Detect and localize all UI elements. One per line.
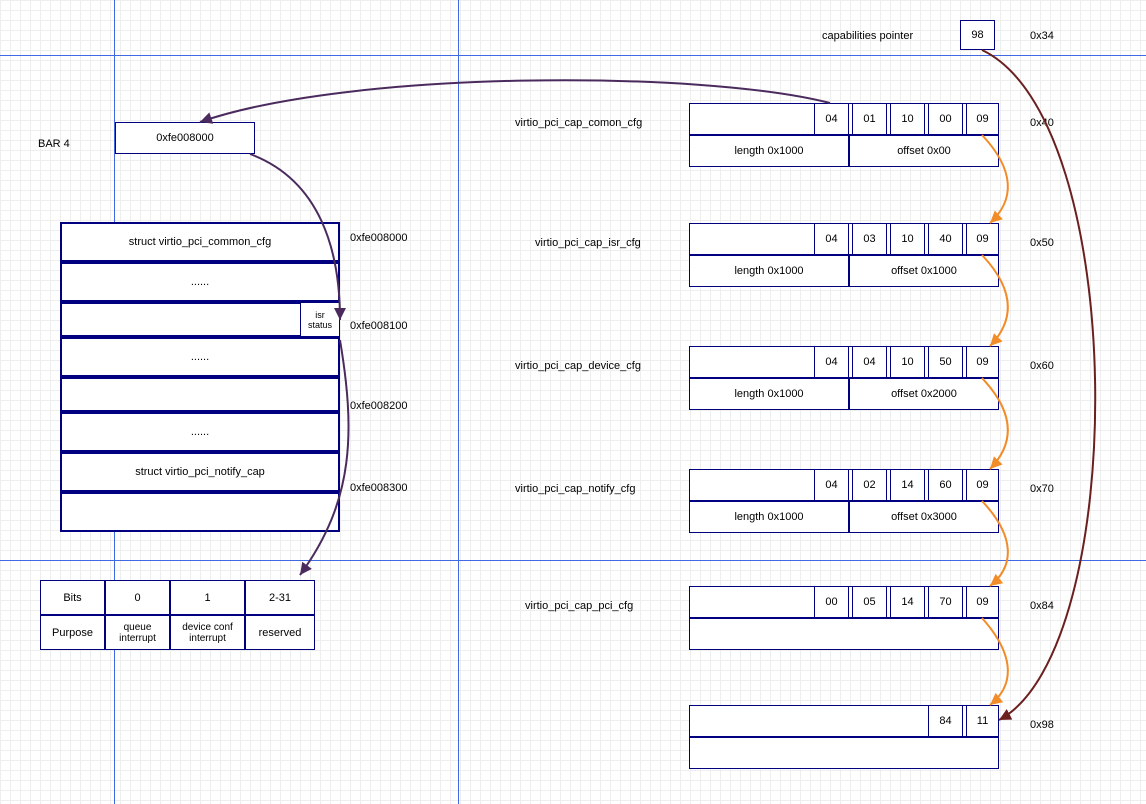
cap0-c1: 01 xyxy=(852,103,887,135)
cap3-offset: offset 0x3000 xyxy=(849,501,999,533)
cap0-addr: 0x40 xyxy=(1030,117,1054,129)
cap3-c3: 60 xyxy=(928,469,963,501)
cap2-c4: 09 xyxy=(966,346,999,378)
cap3-length: length 0x1000 xyxy=(689,501,849,533)
struct-row-2 xyxy=(60,302,340,337)
lastcap-c1: 11 xyxy=(966,705,999,737)
cap4-c4: 09 xyxy=(966,586,999,618)
struct-row-4 xyxy=(60,377,340,412)
struct-row-5: ...... xyxy=(60,412,340,452)
cap2-label: virtio_pci_cap_device_cfg xyxy=(515,360,641,372)
cap1-c3: 40 xyxy=(928,223,963,255)
bits-r-0: Purpose xyxy=(40,615,105,650)
cap2-addr: 0x60 xyxy=(1030,360,1054,372)
cap4-addr: 0x84 xyxy=(1030,600,1054,612)
isr-status-cell: isr status xyxy=(300,302,340,337)
cap4-c2: 14 xyxy=(890,586,925,618)
axis-h1 xyxy=(0,55,1146,56)
cap0-c2: 10 xyxy=(890,103,925,135)
cap3-c2: 14 xyxy=(890,469,925,501)
cap1-c4: 09 xyxy=(966,223,999,255)
cap3-addr: 0x70 xyxy=(1030,483,1054,495)
cap2-c3: 50 xyxy=(928,346,963,378)
struct-row-7 xyxy=(60,492,340,532)
struct-addr-2: 0xfe008100 xyxy=(350,320,408,332)
cap3-c0: 04 xyxy=(814,469,849,501)
lastcap-c0: 84 xyxy=(928,705,963,737)
bar4-label: BAR 4 xyxy=(38,138,70,150)
cap1-c1: 03 xyxy=(852,223,887,255)
cap-ptr-addr: 0x34 xyxy=(1030,30,1054,42)
cap0-length: length 0x1000 xyxy=(689,135,849,167)
cap1-offset: offset 0x1000 xyxy=(849,255,999,287)
struct-row-0: struct virtio_pci_common_cfg xyxy=(60,222,340,262)
cap1-c0: 04 xyxy=(814,223,849,255)
bits-r-3: reserved xyxy=(245,615,315,650)
cap0-offset: offset 0x00 xyxy=(849,135,999,167)
cap4-c0: 00 xyxy=(814,586,849,618)
cap2-c1: 04 xyxy=(852,346,887,378)
cap4-row1 xyxy=(689,618,999,650)
cap4-c1: 05 xyxy=(852,586,887,618)
lastcap-addr: 0x98 xyxy=(1030,719,1054,731)
axis-v2 xyxy=(458,0,459,804)
cap2-c0: 04 xyxy=(814,346,849,378)
cap1-label: virtio_pci_cap_isr_cfg xyxy=(535,237,641,249)
cap2-offset: offset 0x2000 xyxy=(849,378,999,410)
cap-ptr-label: capabilities pointer xyxy=(822,30,913,42)
cap1-addr: 0x50 xyxy=(1030,237,1054,249)
cap4-label: virtio_pci_cap_pci_cfg xyxy=(525,600,633,612)
cap1-c2: 10 xyxy=(890,223,925,255)
lastcap-row1 xyxy=(689,737,999,769)
cap3-label: virtio_pci_cap_notify_cfg xyxy=(515,483,635,495)
cap0-c4: 09 xyxy=(966,103,999,135)
cap2-length: length 0x1000 xyxy=(689,378,849,410)
struct-addr-4: 0xfe008200 xyxy=(350,400,408,412)
cap0-c3: 00 xyxy=(928,103,963,135)
struct-row-3: ...... xyxy=(60,337,340,377)
struct-row-6: struct virtio_pci_notify_cap xyxy=(60,452,340,492)
cap2-c2: 10 xyxy=(890,346,925,378)
bits-r-1: queue interrupt xyxy=(105,615,170,650)
bits-h-3: 2-31 xyxy=(245,580,315,615)
cap0-label: virtio_pci_cap_comon_cfg xyxy=(515,117,642,129)
bits-r-2: device conf interrupt xyxy=(170,615,245,650)
axis-h2 xyxy=(0,560,1146,561)
cap0-c0: 04 xyxy=(814,103,849,135)
cap-ptr-value: 98 xyxy=(960,20,995,50)
bits-h-1: 0 xyxy=(105,580,170,615)
bits-h-0: Bits xyxy=(40,580,105,615)
struct-row-1: ...... xyxy=(60,262,340,302)
struct-addr-6: 0xfe008300 xyxy=(350,482,408,494)
cap1-length: length 0x1000 xyxy=(689,255,849,287)
cap3-c1: 02 xyxy=(852,469,887,501)
bar4-value: 0xfe008000 xyxy=(115,122,255,154)
cap4-c3: 70 xyxy=(928,586,963,618)
cap3-c4: 09 xyxy=(966,469,999,501)
bits-h-2: 1 xyxy=(170,580,245,615)
struct-addr-0: 0xfe008000 xyxy=(350,232,408,244)
